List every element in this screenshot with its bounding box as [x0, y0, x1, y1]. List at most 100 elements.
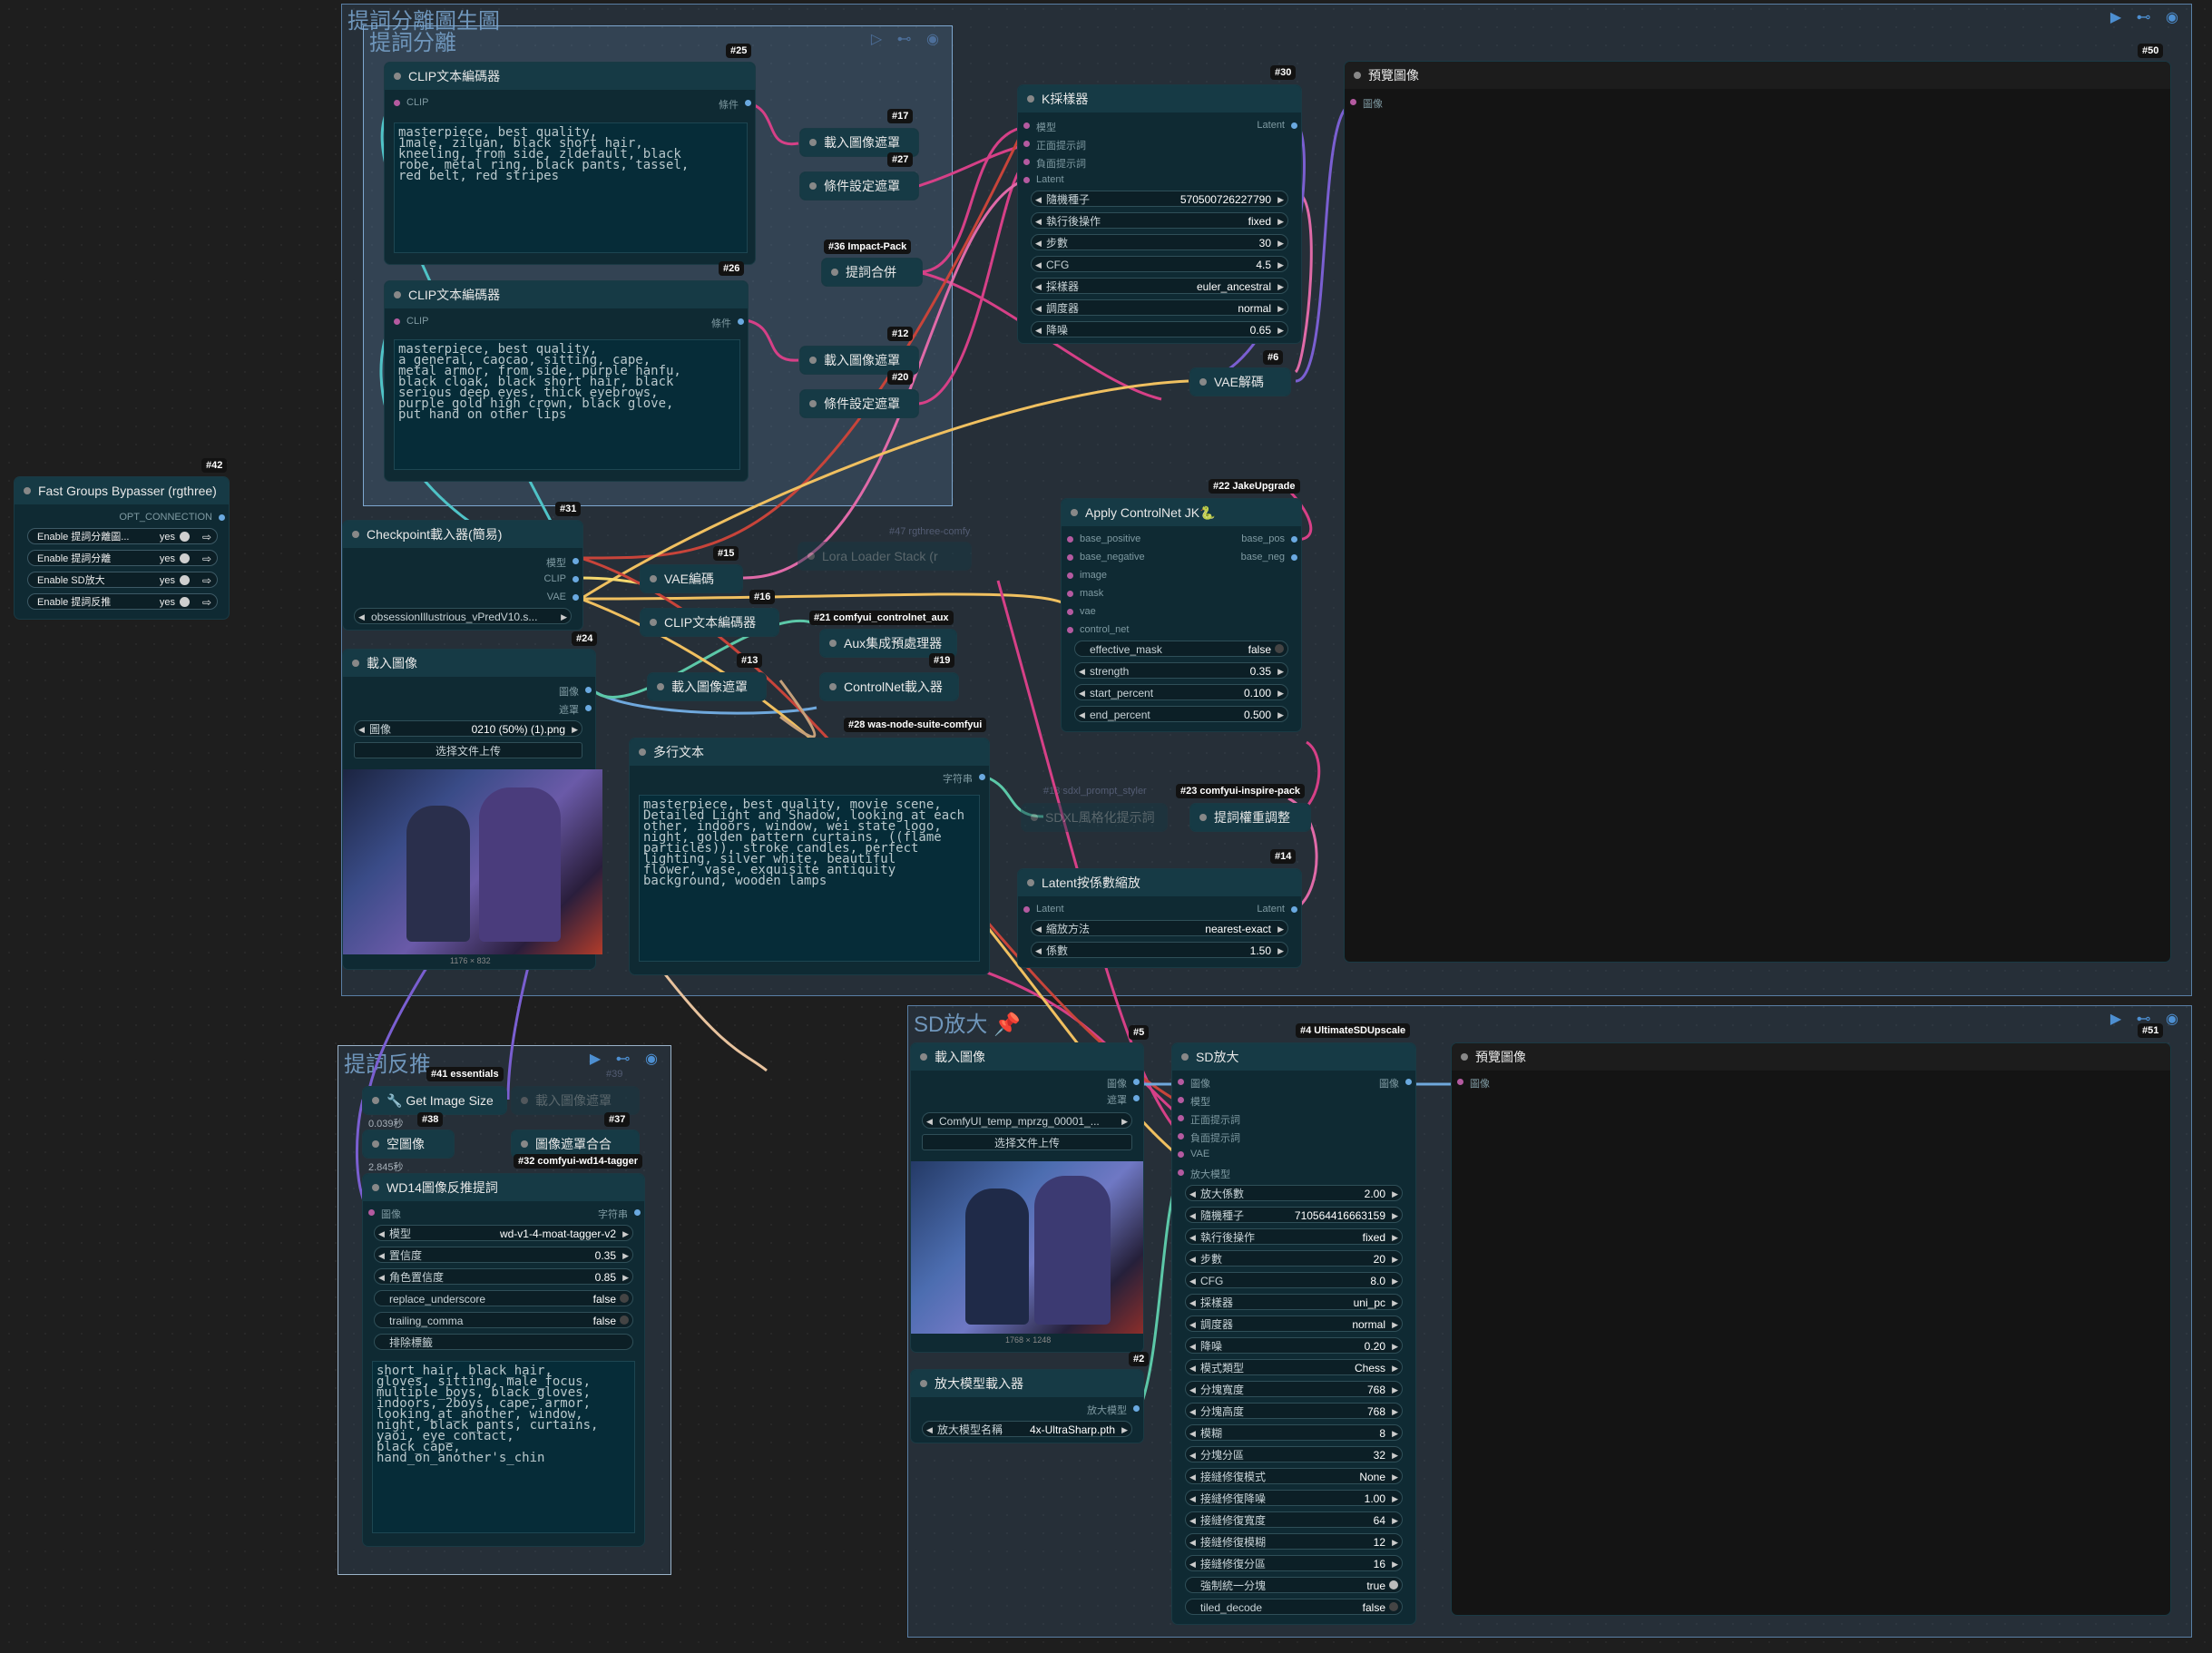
cn-in-image[interactable]: image — [1067, 570, 1107, 581]
n16-title[interactable]: CLIP文本編碼器 — [641, 609, 778, 636]
loadimg-select[interactable]: 圖像 0210 (50%) (1).png — [354, 720, 582, 737]
wd14-replace-underscore[interactable]: replace_underscore false — [374, 1290, 633, 1306]
loadimg-title[interactable]: 載入圖像 — [343, 650, 595, 677]
group-prompt-split-controls[interactable]: ▷ ⊷ ◉ — [871, 30, 945, 48]
vae-encode-15[interactable]: VAE編碼 — [641, 565, 742, 592]
prompt-combine-36[interactable]: 提詞合併 — [822, 259, 922, 286]
upscale-toggle-0[interactable]: 強制統一分塊 true — [1185, 1577, 1403, 1593]
apply-controlnet-22[interactable]: Apply ControlNet JK🐍 base_positive base_… — [1062, 499, 1301, 731]
latent-scale-factor[interactable]: 係數 1.50 — [1031, 942, 1288, 958]
cn-strength[interactable]: strength 0.35 — [1074, 662, 1288, 679]
empty-image-38[interactable]: 空圖像 — [363, 1130, 454, 1158]
cn-in-vae[interactable]: vae — [1067, 606, 1096, 617]
fast-groups-bypasser-node[interactable]: Fast Groups Bypasser (rgthree) OPT_CONNE… — [15, 477, 229, 619]
upscale-widget-10[interactable]: 分塊高度 768 — [1185, 1403, 1403, 1419]
upscale-widget-11[interactable]: 模糊 8 — [1185, 1424, 1403, 1441]
multiline-out[interactable]: 字符串 — [943, 771, 985, 786]
upscale-widget-15[interactable]: 接縫修復寬度 64 — [1185, 1511, 1403, 1528]
ksampler-in-latent[interactable]: Latent — [1023, 174, 1064, 185]
bypass-row-3[interactable]: Enable SD放大 yes ⇨ — [27, 572, 218, 588]
upscale-widget-0[interactable]: 放大係數 2.00 — [1185, 1185, 1403, 1201]
cn-end-percent[interactable]: end_percent 0.500 — [1074, 706, 1288, 722]
multiline-text-28[interactable]: 多行文本 字符串 masterpiece, best quality, movi… — [630, 738, 989, 974]
vae-decode-6[interactable]: VAE解碼 — [1190, 368, 1290, 396]
up-in-negative[interactable]: 負面提示詞 — [1178, 1130, 1240, 1145]
checkpoint-title[interactable]: Checkpoint載入器(簡易) — [343, 521, 582, 548]
ksampler-out-latent[interactable]: Latent — [1257, 120, 1297, 131]
upscaler-loader-out[interactable]: 放大模型 — [1087, 1403, 1140, 1417]
ultimate-sd-upscale-4[interactable]: SD放大 圖像 模型 正面提示詞 負面提示詞 VAE 放大模型 圖像 放大係數 2… — [1172, 1043, 1415, 1624]
ksampler-node[interactable]: K採樣器 模型 正面提示詞 負面提示詞 Latent Latent 隨機種子 57… — [1018, 85, 1301, 343]
upscale-widget-9[interactable]: 分塊寬度 768 — [1185, 1381, 1403, 1397]
loadimg-out-image[interactable]: 圖像 — [559, 684, 592, 699]
up-in-model[interactable]: 模型 — [1178, 1094, 1210, 1109]
checkpoint-loader-31[interactable]: Checkpoint載入器(簡易) 模型 CLIP VAE obsessionI… — [343, 521, 582, 630]
n38-title[interactable]: 空圖像 — [363, 1130, 454, 1158]
upscale-widget-6[interactable]: 調度器 normal — [1185, 1316, 1403, 1332]
multiline-textarea[interactable]: masterpiece, best quality, movie scene, … — [639, 795, 980, 962]
multiline-title[interactable]: 多行文本 — [630, 738, 989, 766]
loadimg-upload-button[interactable]: 选择文件上传 — [354, 742, 582, 758]
checkpoint-out-clip[interactable]: CLIP — [544, 573, 580, 584]
toggle-knob-icon[interactable] — [180, 532, 190, 542]
bypass-row-1[interactable]: Enable 提詞分離圖... yes ⇨ — [27, 528, 218, 544]
load-image-mask-39[interactable]: 載入圖像遮罩 — [512, 1087, 639, 1114]
clip-text-encoder-1[interactable]: CLIP文本編碼器 CLIP 條件 masterpiece, best qual… — [385, 63, 755, 264]
cn-in-negative[interactable]: base_negative — [1067, 552, 1145, 562]
wd14-char-threshold[interactable]: 角色置信度 0.85 — [374, 1268, 633, 1285]
preview1-title[interactable]: 預覽圖像 — [1345, 62, 2170, 89]
n23-title[interactable]: 提詞權重調整 — [1190, 804, 1310, 831]
upscale-widget-4[interactable]: CFG 8.0 — [1185, 1272, 1403, 1288]
ksampler-in-positive[interactable]: 正面提示詞 — [1023, 138, 1086, 152]
cn-in-mask[interactable]: mask — [1067, 588, 1103, 599]
ksampler-in-model[interactable]: 模型 — [1023, 120, 1056, 134]
clip1-prompt-textarea[interactable]: masterpiece, best quality, 1male, ziluan… — [394, 122, 748, 253]
latent-scale-14[interactable]: Latent按係數縮放 Latent Latent 縮放方法 nearest-ex… — [1018, 869, 1301, 967]
load-image-mask-13[interactable]: 載入圖像遮罩 — [648, 673, 766, 700]
clip-text-encoder-2[interactable]: CLIP文本編碼器 CLIP 條件 masterpiece, best qual… — [385, 281, 748, 481]
clip1-output[interactable]: 條件 — [719, 97, 751, 112]
sd-load-image-5[interactable]: 載入圖像 圖像 遮罩 ComfyUI_temp_mprzg_00001_... … — [911, 1043, 1143, 1352]
cn-out-neg[interactable]: base_neg — [1241, 552, 1298, 562]
cn-in-positive[interactable]: base_positive — [1067, 533, 1140, 544]
wd14-out[interactable]: 字符串 — [598, 1207, 641, 1221]
ksampler-control-after[interactable]: 執行後操作 fixed — [1031, 212, 1288, 229]
up-in-positive[interactable]: 正面提示詞 — [1178, 1112, 1240, 1127]
upscale-widget-8[interactable]: 模式類型 Chess — [1185, 1359, 1403, 1375]
wd14-trailing-comma[interactable]: trailing_comma false — [374, 1312, 633, 1328]
checkpoint-select[interactable]: obsessionIllustrious_vPredV10.s... — [354, 608, 572, 624]
ksampler-in-negative[interactable]: 負面提示詞 — [1023, 156, 1086, 171]
clip-encoder-16[interactable]: CLIP文本編碼器 — [641, 609, 778, 636]
n13-title[interactable]: 載入圖像遮罩 — [648, 673, 766, 700]
preview2-title[interactable]: 預覽圖像 — [1452, 1043, 2170, 1071]
arrow-right-icon[interactable]: ⇨ — [202, 594, 211, 611]
sd-loadimg-out-image[interactable]: 圖像 — [1107, 1076, 1140, 1091]
wd14-threshold[interactable]: 置信度 0.35 — [374, 1247, 633, 1263]
prompt-weight-23[interactable]: 提詞權重調整 — [1190, 804, 1310, 831]
sd-loadimg-out-mask[interactable]: 遮罩 — [1107, 1092, 1140, 1107]
cn-effective-mask[interactable]: effective_mask false — [1074, 641, 1288, 657]
upscaler-model-select[interactable]: 放大模型名稱 4x-UltraSharp.pth — [922, 1421, 1132, 1437]
load-image-24[interactable]: 載入圖像 圖像 遮罩 圖像 0210 (50%) (1).png 选择文件上传 1… — [343, 650, 602, 969]
latentscale-out[interactable]: Latent — [1257, 904, 1297, 915]
ksampler-title[interactable]: K採樣器 — [1018, 85, 1301, 112]
group-reverse-controls[interactable]: ▶ ⊷ ◉ — [590, 1050, 663, 1068]
upscaler-loader-title[interactable]: 放大模型載入器 — [911, 1370, 1143, 1397]
latentscale-in[interactable]: Latent — [1023, 904, 1064, 915]
clip2-output[interactable]: 條件 — [711, 316, 744, 330]
wd14-exclude-tags[interactable]: 排除標籤 — [374, 1334, 633, 1350]
cond-set-mask-20[interactable]: 條件設定遮罩 — [800, 390, 918, 417]
cn-out-pos[interactable]: base_pos — [1241, 533, 1297, 544]
preview2-input[interactable]: 圖像 — [1457, 1076, 1490, 1091]
toggle-knob-icon[interactable] — [180, 575, 190, 585]
n15-title[interactable]: VAE編碼 — [641, 565, 742, 592]
n20-title[interactable]: 條件設定遮罩 — [800, 390, 918, 417]
wd14-in[interactable]: 圖像 — [368, 1207, 401, 1221]
controlnet-title[interactable]: Apply ControlNet JK🐍 — [1062, 499, 1301, 526]
sd-upload-button[interactable]: 选择文件上传 — [922, 1134, 1132, 1150]
cn-in-controlnet[interactable]: control_net — [1067, 624, 1129, 635]
wd14-title[interactable]: WD14圖像反推提詞 — [363, 1174, 644, 1201]
loadimg-out-mask[interactable]: 遮罩 — [559, 702, 592, 717]
ksampler-seed[interactable]: 隨機種子 570500726227790 — [1031, 191, 1288, 207]
cond-set-mask-27[interactable]: 條件設定遮罩 — [800, 172, 918, 200]
